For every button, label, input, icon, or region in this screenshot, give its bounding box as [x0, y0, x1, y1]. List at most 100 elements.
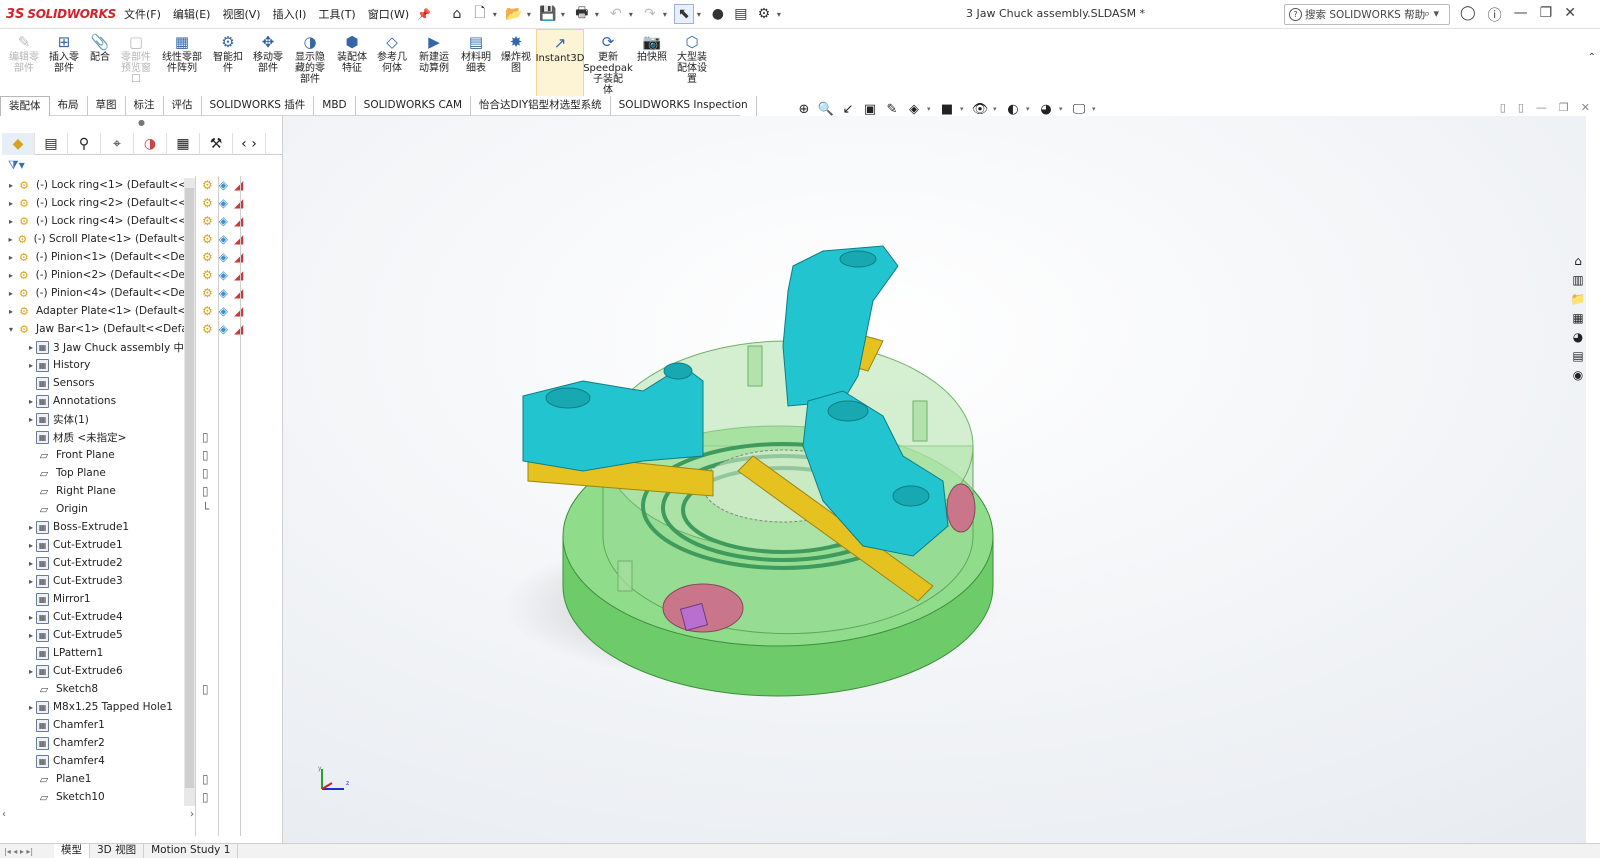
cmd-bom-button[interactable]: ▤ 材料明 细表 [456, 29, 496, 97]
tree-item[interactable]: ▸ ⚙ (-) Lock ring<2> (Default<<D [0, 194, 195, 212]
tab-3[interactable]: 标注 [126, 96, 164, 116]
minimize-icon[interactable]: — [1514, 5, 1528, 25]
save-icon[interactable]: 💾 [538, 4, 558, 24]
expand-toggle-icon[interactable]: ▸ [26, 343, 36, 352]
expand-toggle-icon[interactable]: ▸ [6, 217, 16, 226]
hide-show-dropdown-icon[interactable]: ▾ [993, 105, 1000, 113]
tree-item[interactable]: ▦ Chamfer4 [0, 752, 195, 770]
viewport-restore-icon[interactable]: ❐ [1559, 101, 1569, 114]
tree-item[interactable]: ▸ ⚙ (-) Pinion<2> (Default<<Defa [0, 266, 195, 284]
open-dropdown-icon[interactable]: ▾ [527, 10, 535, 19]
tree-item[interactable]: ▸ ⚙ (-) Lock ring<1> (Default<<D [0, 176, 195, 194]
cmd-mate-button[interactable]: 📎 配合 [84, 29, 116, 97]
solidworks-resources-icon[interactable]: ⌂ [1574, 254, 1582, 268]
tree-item[interactable]: ▸ ⚙ Adapter Plate<1> (Default<< [0, 302, 195, 320]
tree-item[interactable]: ▱ Right Plane [0, 482, 195, 500]
tree-item[interactable]: ▦ Mirror1 [0, 590, 195, 608]
cmd-edit-component-button[interactable]: ✎ 编辑零 部件 [4, 29, 44, 97]
options-gear-icon[interactable]: ⚙ [754, 4, 774, 24]
tree-item[interactable]: ▱ Sketch10 [0, 788, 195, 806]
tab-4[interactable]: 评估 [164, 96, 202, 116]
open-icon[interactable]: 📂 [504, 4, 524, 24]
scroll-right-icon[interactable]: › [190, 809, 194, 820]
tree-item[interactable]: ▸ ⚙ (-) Lock ring<4> (Default<<D [0, 212, 195, 230]
tree-item[interactable]: ▸ ▦ History [0, 356, 195, 374]
scrollbar-thumb[interactable] [185, 188, 194, 788]
undo-dropdown-icon[interactable]: ▾ [629, 10, 637, 19]
view-orientation-dropdown-icon[interactable]: ▾ [927, 105, 934, 113]
expand-toggle-icon[interactable]: ▸ [6, 181, 16, 190]
tree-item[interactable]: ▸ ▦ Cut-Extrude4 [0, 608, 195, 626]
expand-toggle-icon[interactable]: ▸ [6, 253, 16, 262]
menu-window[interactable]: 窗口(W) [362, 6, 415, 22]
expand-toggle-icon[interactable]: ▸ [26, 415, 36, 424]
expand-toggle-icon[interactable]: ▸ [26, 361, 36, 370]
select-dropdown-icon[interactable]: ▾ [697, 10, 705, 19]
menu-insert[interactable]: 插入(I) [267, 6, 313, 22]
redo-dropdown-icon[interactable]: ▾ [663, 10, 671, 19]
expand-toggle-icon[interactable]: ▸ [26, 523, 36, 532]
tree-item[interactable]: ▸ ⚙ (-) Pinion<1> (Default<<Defa [0, 248, 195, 266]
display-manager-tab-icon[interactable]: ◑ [134, 133, 167, 155]
tab-7[interactable]: SOLIDWORKS CAM [356, 96, 472, 116]
property-manager-tab-icon[interactable]: ▤ [35, 133, 68, 155]
tree-item[interactable]: ▸ ▦ Cut-Extrude6 [0, 662, 195, 680]
tree-item[interactable]: ▦ Sensors [0, 374, 195, 392]
user-account-icon[interactable]: ◯ [1460, 5, 1476, 25]
tree-item[interactable]: ▦ Chamfer1 [0, 716, 195, 734]
tab-model[interactable]: 模型 [54, 844, 90, 858]
cmd-assembly-features-button[interactable]: ⬢ 装配体 特征 [332, 29, 372, 97]
viewport-tile-left-icon[interactable]: ▯ [1500, 101, 1506, 114]
panel-grip-icon[interactable]: ● [138, 118, 145, 127]
traffic-light-icon[interactable]: ● [708, 4, 728, 24]
new-dropdown-icon[interactable]: ▾ [493, 10, 501, 19]
tree-item[interactable]: ▸ ▦ Annotations [0, 392, 195, 410]
cmd-large-assembly-button[interactable]: ⬡ 大型装 配体设 置 [672, 29, 712, 97]
tab-3d-view[interactable]: 3D 视图 [90, 844, 145, 858]
expand-toggle-icon[interactable]: ▸ [26, 613, 36, 622]
file-properties-icon[interactable]: ▤ [731, 4, 751, 24]
new-document-icon[interactable]: 🗋 [470, 4, 490, 24]
display-style-dropdown-icon[interactable]: ▾ [960, 105, 967, 113]
tab-0[interactable]: 装配体 [0, 96, 50, 116]
expand-toggle-icon[interactable]: ▸ [26, 577, 36, 586]
cam-operations-tab-icon[interactable]: ⚒ [200, 133, 233, 155]
viewport-minimize-icon[interactable]: — [1536, 101, 1547, 114]
menu-view[interactable]: 视图(V) [216, 6, 266, 22]
file-explorer-icon[interactable]: 📁 [1571, 292, 1586, 306]
cmd-motion-study-button[interactable]: ▶ 新建运 动算例 [412, 29, 456, 97]
custom-properties-icon[interactable]: ▤ [1572, 349, 1583, 363]
tab-nav-arrows-icon[interactable]: |◂ ◂ ▸ ▸| [0, 847, 54, 856]
help-search-box[interactable]: ? 搜索 SOLIDWORKS 帮助 ⌕ ▾ [1284, 4, 1450, 25]
appearance-dropdown-icon[interactable]: ▾ [1026, 105, 1033, 113]
tree-item[interactable]: ▸ ▦ Cut-Extrude3 [0, 572, 195, 590]
redo-icon[interactable]: ↷ [640, 4, 660, 24]
scroll-left-icon[interactable]: ‹ [2, 809, 6, 820]
tree-item[interactable]: ▱ Sketch8 [0, 680, 195, 698]
tree-item[interactable]: ▸ ▦ 3 Jaw Chuck assembly 中的 [0, 338, 195, 356]
tree-item[interactable]: ▸ ⚙ (-) Scroll Plate<1> (Default<< [0, 230, 195, 248]
collapse-ribbon-icon[interactable]: ⌃ [1588, 52, 1596, 63]
expand-toggle-icon[interactable]: ▸ [26, 667, 36, 676]
tree-horizontal-scrollbar[interactable]: ‹ › [2, 808, 194, 820]
expand-toggle-icon[interactable]: ▸ [6, 289, 16, 298]
home-icon[interactable]: ⌂ [447, 4, 467, 24]
tree-item[interactable]: ▸ ▦ Cut-Extrude1 [0, 536, 195, 554]
expand-toggle-icon[interactable]: ▸ [6, 199, 16, 208]
tree-item[interactable]: ▸ ⚙ (-) Pinion<4> (Default<<Defa [0, 284, 195, 302]
expand-toggle-icon[interactable]: ▸ [26, 559, 36, 568]
configuration-manager-tab-icon[interactable]: ⚲ [68, 133, 101, 155]
menu-file[interactable]: 文件(F) [118, 6, 167, 22]
more-tabs-icon[interactable]: ‹ › [233, 133, 266, 155]
expand-toggle-icon[interactable]: ▸ [26, 703, 36, 712]
expand-toggle-icon[interactable]: ▸ [6, 307, 16, 316]
cmd-component-preview-button[interactable]: ▢ 零部件 预览窗 口 [116, 29, 156, 97]
expand-toggle-icon[interactable]: ▸ [26, 541, 36, 550]
tree-vertical-scrollbar[interactable] [184, 178, 195, 806]
tree-item[interactable]: ▦ Chamfer2 [0, 734, 195, 752]
save-dropdown-icon[interactable]: ▾ [561, 10, 569, 19]
tree-item[interactable]: ▱ Plane1 [0, 770, 195, 788]
restore-icon[interactable]: ❐ [1540, 5, 1553, 25]
cmd-insert-component-button[interactable]: ⊞ 插入零 部件 [44, 29, 84, 97]
cmd-exploded-view-button[interactable]: ✸ 爆炸视 图 [496, 29, 536, 97]
